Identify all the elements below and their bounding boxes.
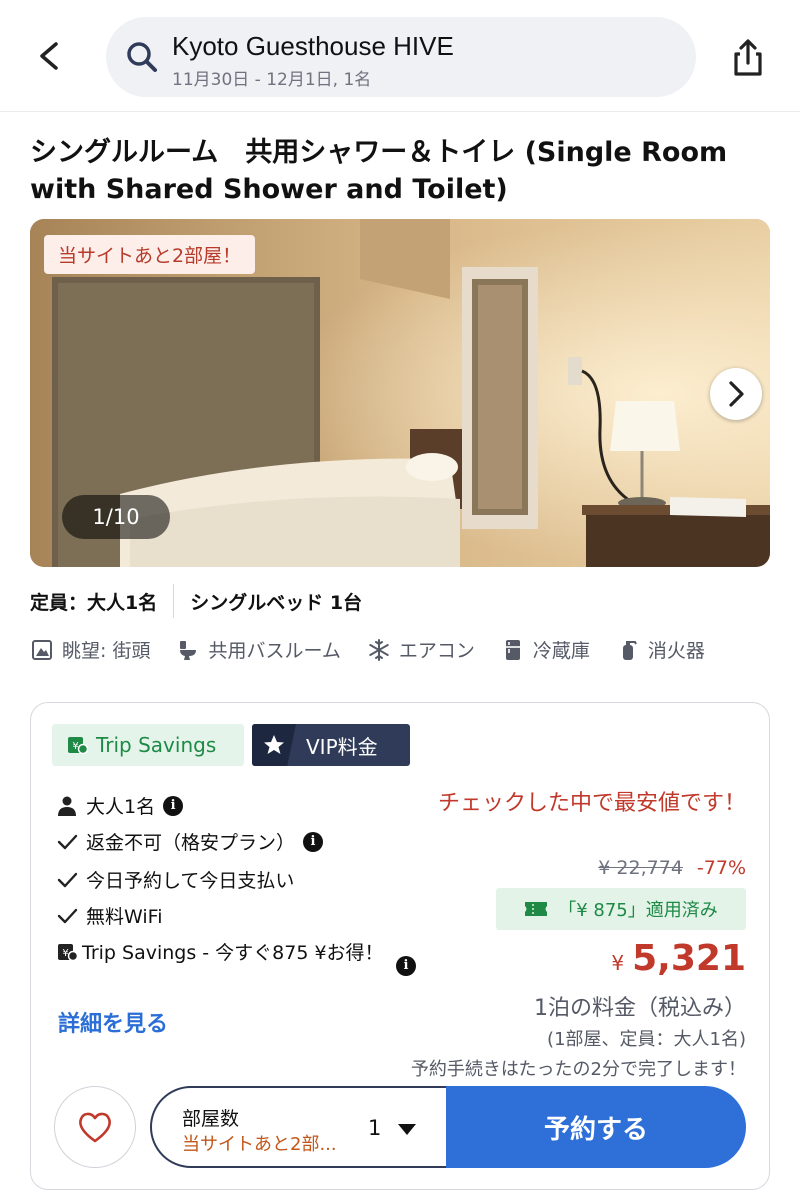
star-icon (252, 724, 296, 766)
feature-trip-savings: ¥ Trip Savings - 今すぐ875 ¥お得！ (56, 940, 416, 966)
amenity-bathroom: 共用バスルーム (176, 636, 341, 663)
trip-savings-label: Trip Savings (96, 733, 217, 757)
info-icon[interactable]: i (163, 795, 184, 816)
coupon-icon: ¥ (58, 944, 79, 962)
check-icon (57, 872, 78, 887)
amenity-label: 眺望: 街頭 (62, 640, 151, 662)
details-link[interactable]: 詳細を見る (58, 1006, 168, 1038)
vip-rate-badge: VIP料金 (252, 724, 410, 766)
room-title: シングルルーム 共用シャワー＆トイレ (Single Room with Sha… (30, 137, 728, 205)
ticket-icon (525, 902, 548, 916)
price-per-room-note: (1部屋、定員：大人1名) (547, 1029, 746, 1050)
check-icon (57, 908, 78, 923)
info-icon[interactable]: i (303, 831, 324, 852)
room-count-label: 部屋数 (182, 1108, 240, 1130)
amenity-view: 眺望: 街頭 (30, 636, 150, 663)
amenity-label: 共用バスルーム (208, 640, 341, 662)
lowest-price-message: チェックした中で最安値です！ (437, 791, 746, 816)
stay-dates-guests: 11月30日 - 12月1日, 1名 (172, 70, 372, 90)
room-count-availability: 当サイトあと2部... (182, 1134, 337, 1155)
svg-text:¥: ¥ (62, 948, 68, 959)
bed-text: シングルベッド 1台 (190, 591, 363, 614)
amenity-extinguisher: 消火器 (616, 636, 705, 663)
divider (173, 584, 175, 618)
next-photo-button[interactable] (710, 368, 762, 420)
vip-label: VIP料金 (306, 734, 378, 759)
share-icon (734, 39, 762, 76)
fridge-icon (505, 639, 520, 660)
feature-text: Trip Savings - 今すぐ875 ¥お得！ (82, 942, 384, 964)
svg-text:¥: ¥ (72, 741, 78, 752)
feature-wifi: 無料WiFi (56, 902, 162, 929)
back-button[interactable] (30, 36, 70, 76)
discount-percent: -77% (696, 857, 746, 879)
feature-payment: 今日予約して今日支払い (56, 866, 294, 893)
price-per-night-label: 1泊の料金（税込み） (534, 996, 746, 1021)
final-price: ¥5,321 (611, 938, 746, 979)
rooms-left-tag: 当サイトあと2部屋！ (44, 235, 256, 274)
search-icon (127, 42, 157, 72)
amenity-label: 冷蔵庫 (532, 640, 590, 662)
share-button[interactable] (726, 36, 770, 80)
amenity-label: エアコン (398, 640, 475, 662)
toilet-icon (180, 640, 197, 660)
feature-text: 今日予約して今日支払い (86, 870, 295, 892)
currency-symbol: ¥ (611, 951, 625, 975)
feature-text: 返金不可（格安プラン） (86, 832, 296, 854)
coupon-applied: 「¥ 875」適用済み (496, 888, 746, 930)
room-count-value: 1 (368, 1116, 382, 1140)
view-icon (32, 639, 52, 660)
original-price-row: ¥ 22,774 -77% (598, 857, 746, 879)
check-icon (57, 834, 78, 849)
search-summary[interactable]: Kyoto Guesthouse HIVE 11月30日 - 12月1日, 1名 (106, 17, 696, 97)
amenity-aircon: エアコン (367, 636, 475, 663)
trip-savings-badge: ¥ Trip Savings (52, 724, 244, 766)
amenity-label: 消火器 (647, 640, 705, 662)
original-price: ¥ 22,774 (598, 857, 683, 879)
coupon-text: 「¥ 875」適用済み (558, 900, 718, 921)
quick-booking-note: 予約手続きはたったの2分で完了します！ (410, 1059, 746, 1080)
book-button[interactable]: 予約する (446, 1086, 746, 1168)
room-basics: 定員：大人1名 シングルベッド 1台 (30, 584, 362, 618)
caret-down-icon (398, 1124, 416, 1135)
amenities-list: 眺望: 街頭 共用バスルーム エアコン 冷蔵庫 消火器 (30, 636, 731, 663)
photo-counter: 1/10 (62, 495, 170, 539)
room-count-select[interactable]: 部屋数 当サイトあと2部... 1 (150, 1086, 480, 1168)
person-icon (58, 796, 76, 816)
chevron-right-icon (729, 381, 744, 407)
coupon-icon: ¥ (68, 737, 88, 755)
top-bar: Kyoto Guesthouse HIVE 11月30日 - 12月1日, 1名 (0, 0, 800, 112)
fire-extinguisher-icon (622, 640, 637, 660)
price-amount: 5,321 (632, 938, 746, 979)
chevron-left-icon (40, 42, 58, 70)
feature-text: 無料WiFi (86, 906, 163, 928)
feature-guests: 大人1名 i (56, 792, 184, 819)
favorite-button[interactable] (54, 1086, 136, 1168)
feature-text: 大人1名 (86, 796, 156, 818)
info-icon[interactable]: i (396, 956, 416, 976)
hotel-name: Kyoto Guesthouse HIVE (172, 31, 454, 61)
snowflake-icon (369, 638, 389, 661)
occupancy-text: 定員：大人1名 (30, 591, 158, 614)
feature-refund: 返金不可（格安プラン） i (56, 828, 324, 855)
amenity-fridge: 冷蔵庫 (501, 636, 590, 663)
room-photo[interactable]: 当サイトあと2部屋！ 1/10 (30, 219, 770, 567)
heart-icon (79, 1112, 111, 1143)
